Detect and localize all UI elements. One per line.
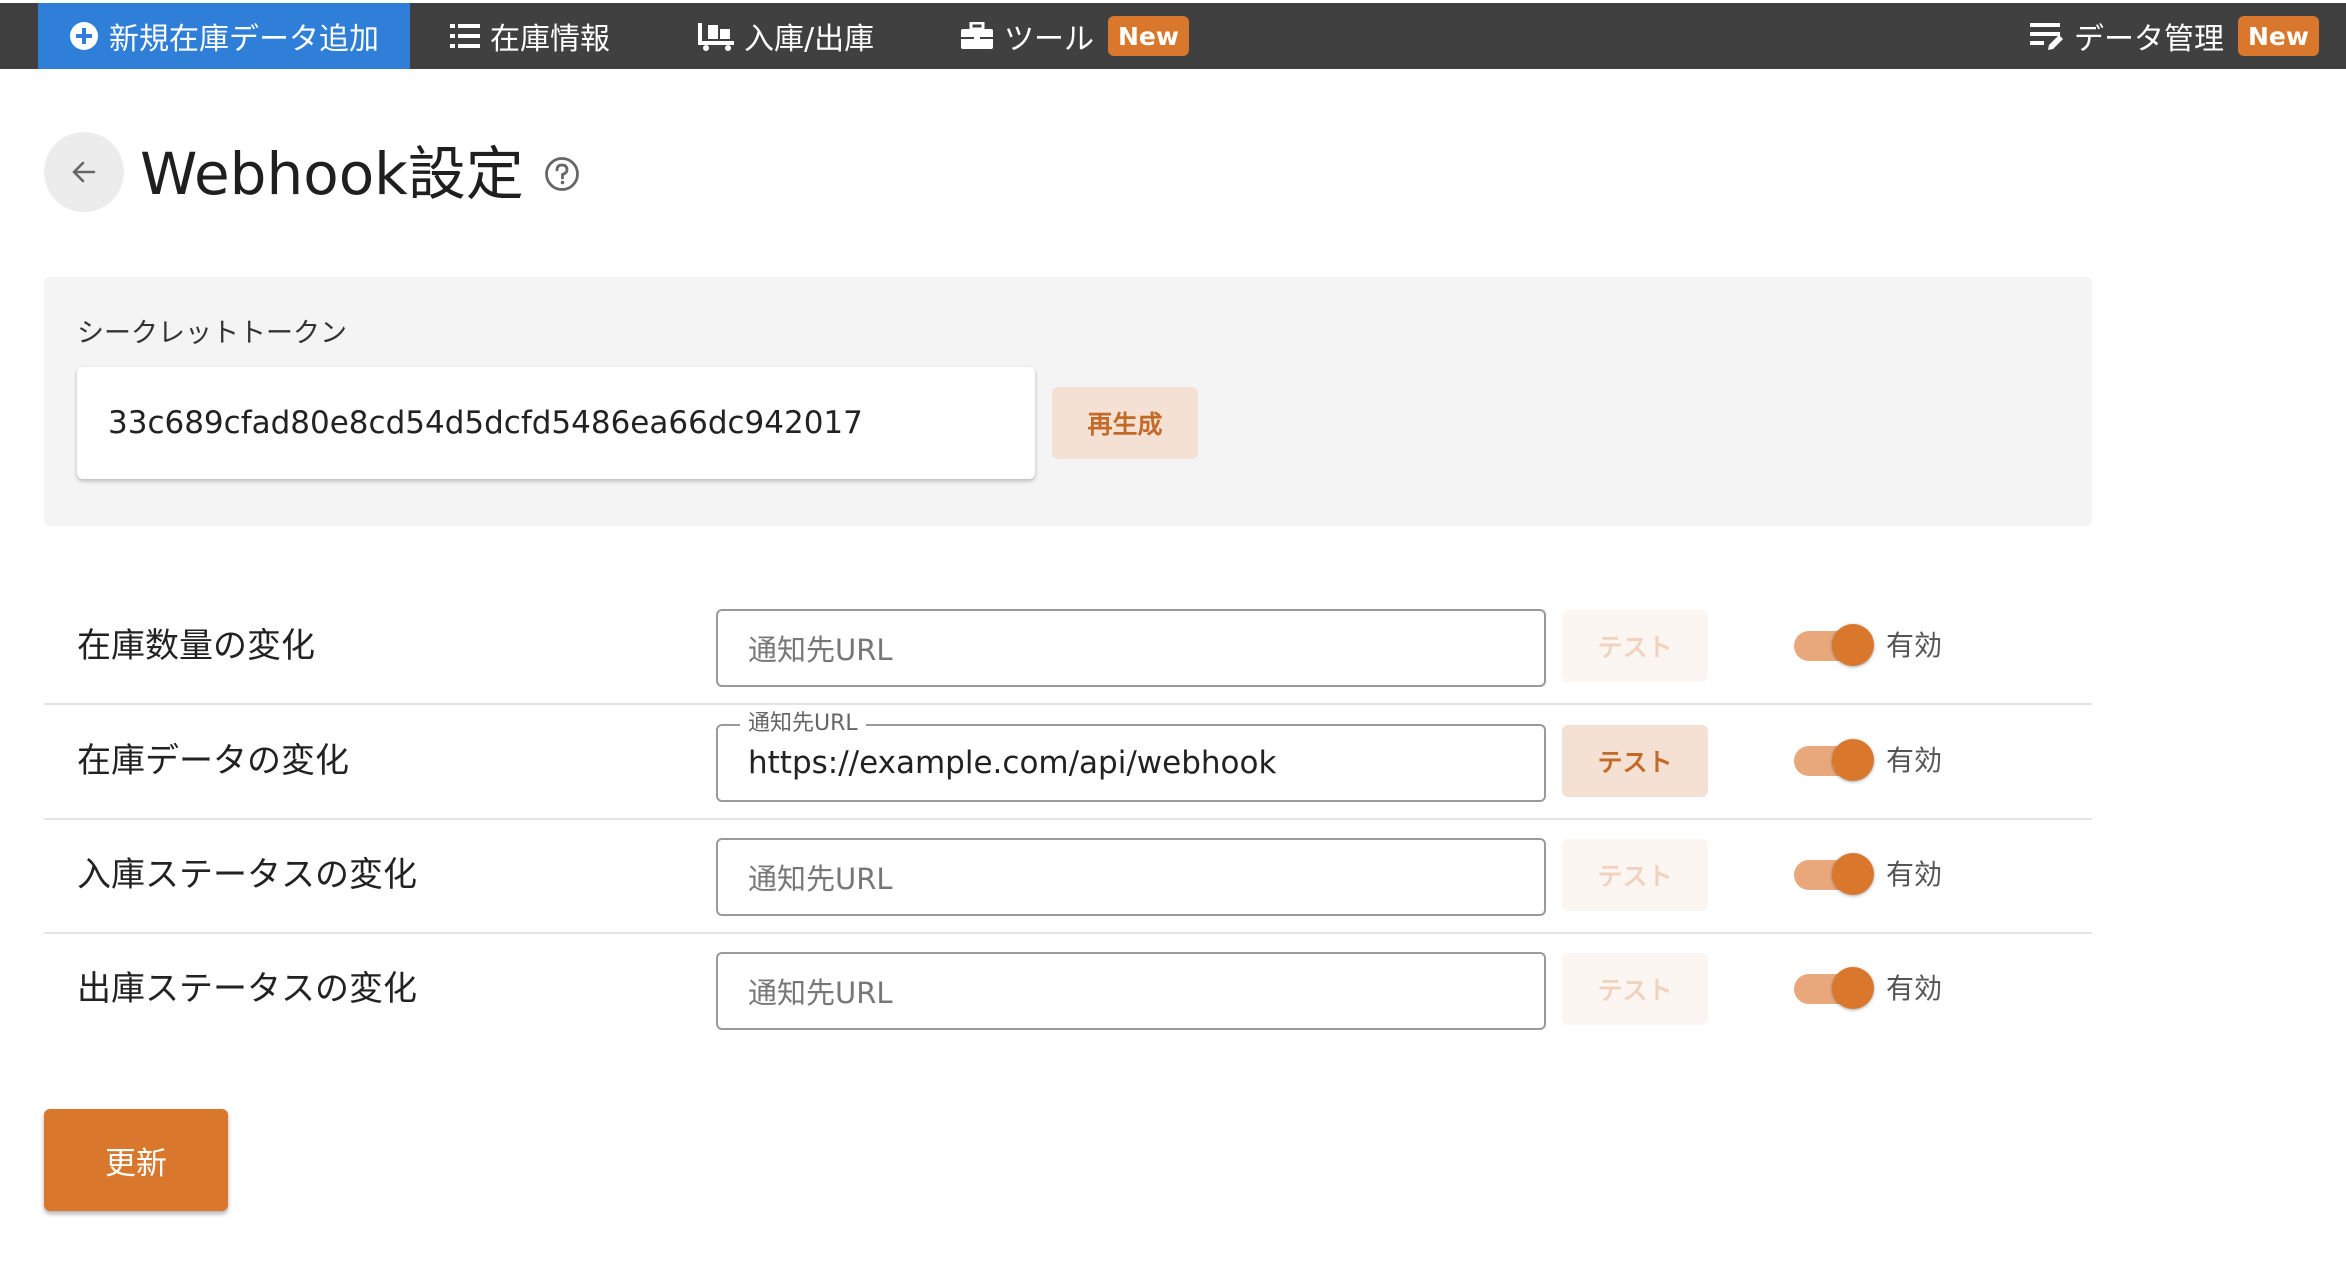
webhook-event-label: 入庫ステータスの変化: [77, 855, 417, 895]
secret-token-panel: シークレットトークン 33c689cfad80e8cd54d5dcfd5486e…: [44, 277, 2092, 526]
webhook-url-placeholder: 通知先URL: [748, 976, 893, 1010]
update-button[interactable]: 更新: [44, 1109, 228, 1211]
nav-add-new-inventory[interactable]: 新規在庫データ追加: [38, 3, 410, 69]
nav-add-new-label: 新規在庫データ追加: [109, 22, 379, 57]
test-button[interactable]: テスト: [1562, 610, 1708, 682]
enable-toggle[interactable]: [1790, 739, 1874, 783]
webhook-url-placeholder: 通知先URL: [748, 862, 893, 896]
toolbox-icon: [960, 22, 994, 50]
nav-inventory-info-label: 在庫情報: [490, 22, 610, 57]
top-nav-bar: 新規在庫データ追加 在庫情報 入庫/出庫 ツール New データ管理 New: [0, 3, 2346, 69]
toggle-thumb: [1832, 739, 1874, 781]
page-title: Webhook設定: [140, 140, 524, 208]
enable-toggle-label: 有効: [1886, 744, 1943, 777]
enable-toggle-label: 有効: [1886, 858, 1943, 891]
webhook-row: 出庫ステータスの変化 通知先URL テスト 有効: [44, 932, 2092, 1046]
webhook-url-input[interactable]: 通知先URL: [716, 952, 1546, 1030]
enable-toggle-label: 有効: [1886, 629, 1943, 662]
list-icon: [450, 23, 480, 49]
help-icon[interactable]: [544, 156, 580, 192]
enable-toggle[interactable]: [1790, 853, 1874, 897]
nav-inventory-info[interactable]: 在庫情報: [450, 3, 610, 69]
webhook-url-input[interactable]: 通知先URL https://example.com/api/webhook: [716, 712, 1546, 802]
test-button[interactable]: テスト: [1562, 839, 1708, 911]
webhook-row: 入庫ステータスの変化 通知先URL テスト 有効: [44, 818, 2092, 934]
plus-circle-icon: [69, 21, 99, 51]
enable-toggle[interactable]: [1790, 624, 1874, 668]
webhook-url-value: https://example.com/api/webhook: [748, 745, 1277, 781]
secret-token-label: シークレットトークン: [77, 318, 347, 349]
nav-data-management-label: データ管理: [2074, 22, 2224, 57]
secret-token-field[interactable]: 33c689cfad80e8cd54d5dcfd5486ea66dc942017: [77, 367, 1035, 479]
nav-tools[interactable]: ツール New: [960, 3, 1189, 69]
webhook-url-placeholder: 通知先URL: [748, 633, 893, 667]
webhook-url-floating-label: 通知先URL: [740, 712, 866, 736]
dolly-icon: [698, 21, 734, 51]
webhook-url-input[interactable]: 通知先URL: [716, 609, 1546, 687]
webhook-event-label: 出庫ステータスの変化: [77, 969, 417, 1009]
toggle-thumb: [1832, 853, 1874, 895]
toggle-thumb: [1832, 967, 1874, 1009]
nav-in-out[interactable]: 入庫/出庫: [698, 3, 874, 69]
test-button[interactable]: テスト: [1562, 953, 1708, 1025]
webhook-url-input[interactable]: 通知先URL: [716, 838, 1546, 916]
webhook-event-label: 在庫データの変化: [77, 741, 349, 781]
webhook-row: 在庫データの変化 通知先URL https://example.com/api/we…: [44, 704, 2092, 820]
nav-in-out-label: 入庫/出庫: [744, 22, 875, 57]
toggle-thumb: [1832, 624, 1874, 666]
back-button[interactable]: [44, 132, 124, 212]
webhook-event-label: 在庫数量の変化: [77, 626, 315, 666]
data-management-new-badge: New: [2238, 16, 2319, 56]
nav-tools-label: ツール: [1004, 22, 1094, 57]
test-button[interactable]: テスト: [1562, 725, 1708, 797]
enable-toggle[interactable]: [1790, 967, 1874, 1011]
nav-data-management[interactable]: データ管理 New: [2030, 3, 2319, 69]
edit-list-icon: [2030, 21, 2064, 51]
arrow-left-icon: [72, 161, 96, 183]
regenerate-button[interactable]: 再生成: [1052, 387, 1198, 459]
tools-new-badge: New: [1108, 16, 1189, 56]
enable-toggle-label: 有効: [1886, 972, 1943, 1005]
webhook-row: 在庫数量の変化 通知先URL テスト 有効: [44, 589, 2092, 705]
